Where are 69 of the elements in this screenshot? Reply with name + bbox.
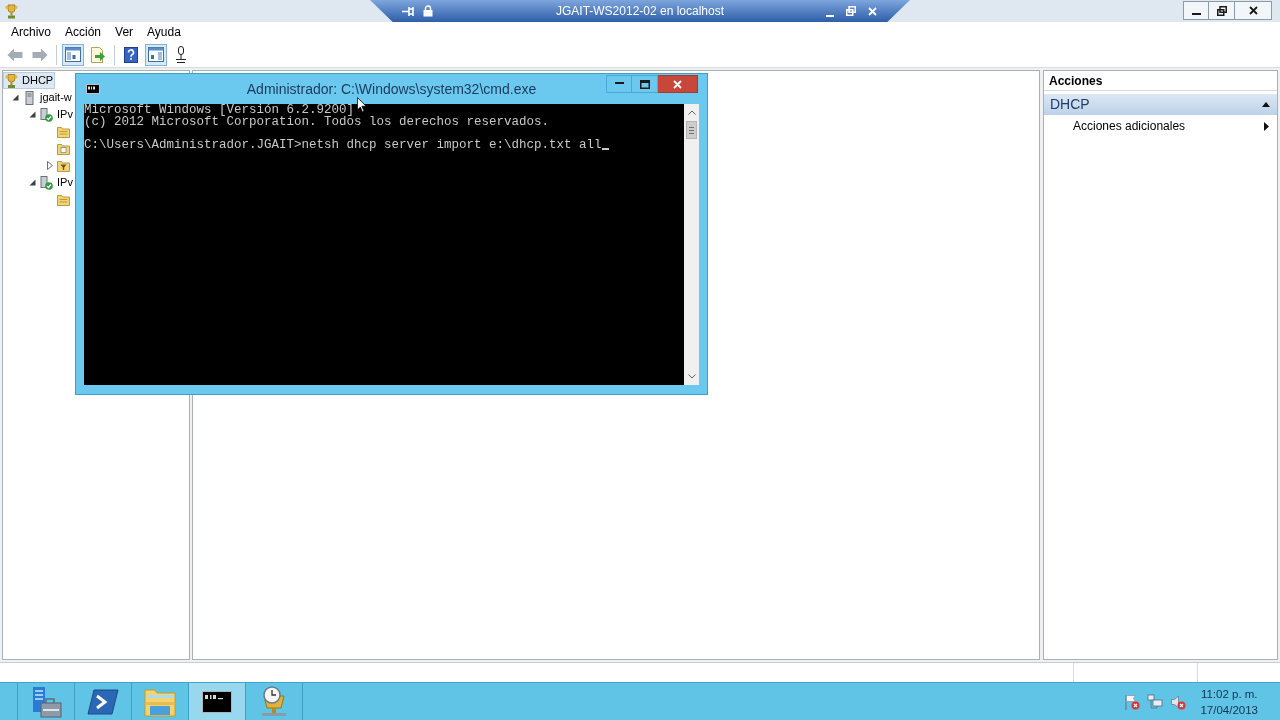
restore-icon xyxy=(846,6,856,16)
expanded-arrow-icon[interactable] xyxy=(29,179,36,186)
trophy-clock-icon xyxy=(259,685,289,718)
action-item[interactable]: Acciones adicionales xyxy=(1044,116,1277,136)
menu-item[interactable]: Archivo xyxy=(4,22,58,42)
chevron-up-icon xyxy=(687,110,696,115)
window-title: Administrador: C:\Windows\system32\cmd.exe xyxy=(246,81,537,97)
close-icon xyxy=(673,79,682,89)
console-icon xyxy=(202,690,232,713)
show-actions-button[interactable] xyxy=(145,43,167,66)
collapsed-arrow-icon[interactable] xyxy=(46,161,53,170)
console-line: Microsoft Windows [Versión 6.2.9200] xyxy=(84,105,355,117)
clock[interactable]: 11:02 p. m. 17/04/2013 xyxy=(1200,683,1258,720)
pin-button[interactable] xyxy=(402,5,415,17)
section-header[interactable]: DHCP xyxy=(1044,94,1277,115)
tree-item[interactable]: IPv xyxy=(38,106,75,123)
restore-button[interactable] xyxy=(1209,1,1235,20)
close-icon xyxy=(867,6,877,16)
close-button[interactable] xyxy=(1235,1,1272,20)
microphone-icon xyxy=(175,46,187,63)
menu-item[interactable]: Acción xyxy=(58,22,109,42)
flag-icon[interactable] xyxy=(1124,693,1141,710)
folder-icon xyxy=(57,125,70,138)
pin-icon xyxy=(402,5,415,17)
arrow-left-icon xyxy=(7,47,23,62)
server-check-icon xyxy=(40,175,53,190)
close-icon xyxy=(1248,6,1258,15)
close-button[interactable] xyxy=(658,75,698,93)
pane-title: Acciones xyxy=(1049,72,1103,90)
taskbar-button[interactable] xyxy=(189,683,246,720)
arrow-right-icon xyxy=(32,47,48,62)
tree-item[interactable]: IPv xyxy=(38,174,75,191)
console-line: C:\Users\Administrador.JGAIT>netsh dhcp server import e:\dhcp.txt all xyxy=(84,139,602,151)
chevron-down-icon xyxy=(687,374,696,379)
folder-icon xyxy=(57,142,70,155)
minimize-icon xyxy=(826,15,834,17)
show-tree-button[interactable] xyxy=(62,43,84,66)
folder-icon xyxy=(57,193,70,206)
trophy-icon xyxy=(5,73,18,88)
connection-title: JGAIT-WS2012-02 en localhost xyxy=(555,3,725,20)
folder-icon xyxy=(144,686,176,717)
help-icon xyxy=(124,46,138,63)
terminal-prompt-icon xyxy=(87,687,119,716)
expanded-arrow-icon[interactable] xyxy=(29,111,36,118)
speaker-icon[interactable] xyxy=(1170,693,1187,710)
console-line: (c) 2012 Microsoft Corporation. Todos los derechos reservados. xyxy=(84,116,550,128)
expanded-arrow-icon[interactable] xyxy=(12,94,19,101)
tree-item[interactable]: DHCP xyxy=(3,72,56,89)
network-icon[interactable] xyxy=(1147,693,1164,710)
menu-item[interactable]: Ayuda xyxy=(140,22,188,42)
export-list-icon xyxy=(90,46,106,63)
minimize-button[interactable] xyxy=(1183,1,1209,20)
maximize-icon xyxy=(639,79,650,89)
lock-icon xyxy=(423,5,433,17)
server-icon xyxy=(23,90,36,105)
restore-icon xyxy=(1216,5,1227,16)
window-left-pane-icon xyxy=(65,47,81,62)
minimize-icon xyxy=(614,82,624,84)
tree-item[interactable]: jgait-w xyxy=(21,89,74,106)
scrollbar-thumb[interactable] xyxy=(686,121,697,139)
minimize-icon xyxy=(1191,12,1201,15)
trophy-icon xyxy=(5,3,18,19)
menu-item[interactable]: Ver xyxy=(108,22,141,42)
window-right-pane-icon xyxy=(148,47,164,62)
server-toolbox-icon xyxy=(30,685,62,718)
server-check-icon xyxy=(40,107,53,122)
folder-funnel-icon xyxy=(57,159,70,172)
console-icon xyxy=(86,84,100,94)
minimize-button[interactable] xyxy=(606,75,632,93)
